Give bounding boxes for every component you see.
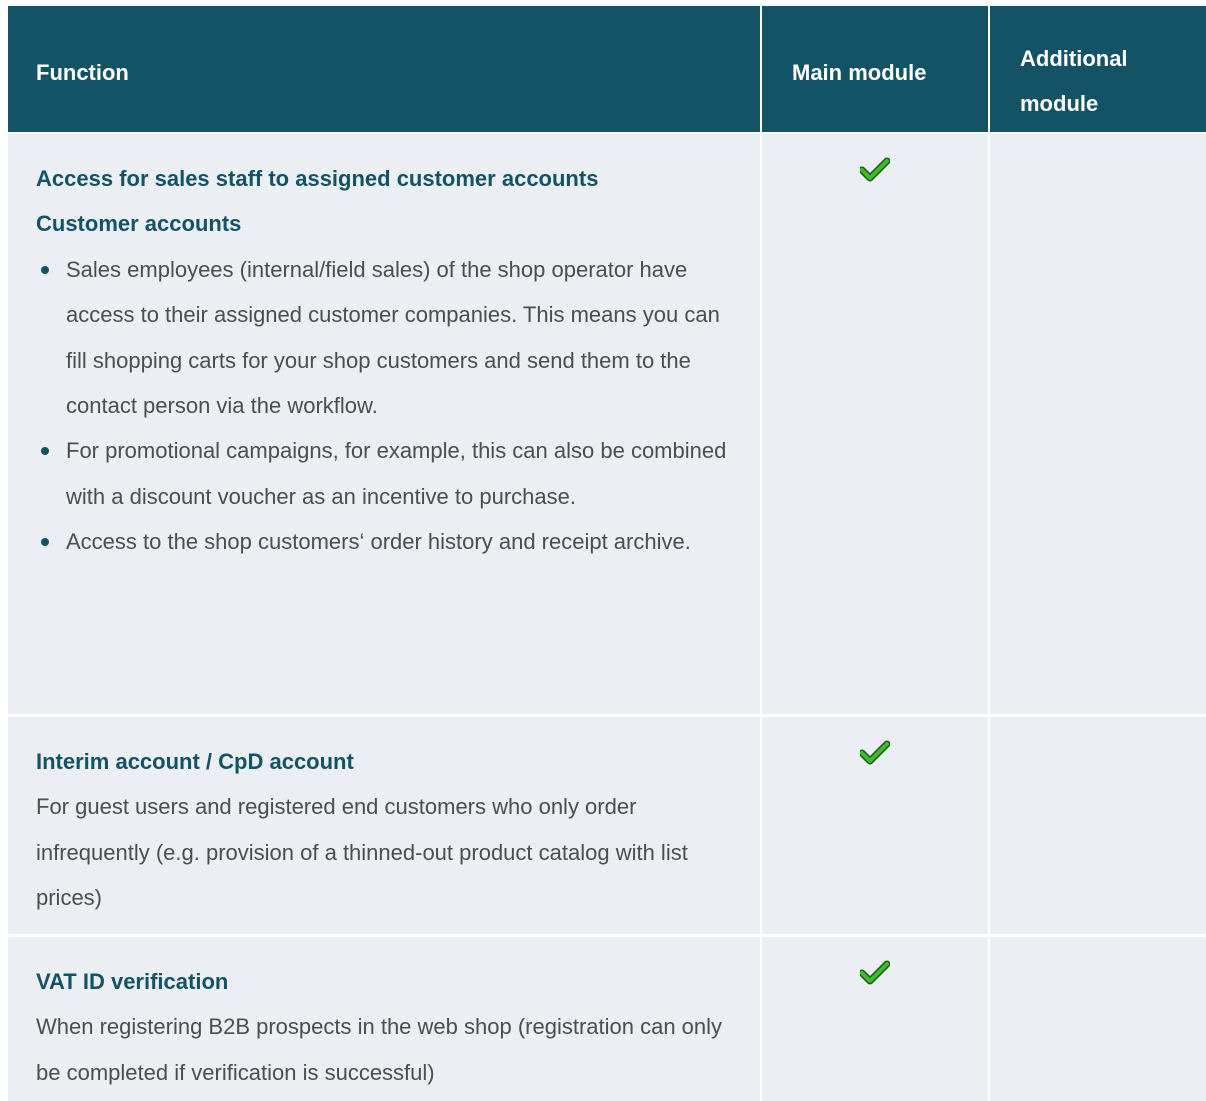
- header-additional-line-1: Additional: [1020, 46, 1128, 71]
- additional-module-cell: [990, 937, 1206, 1101]
- additional-module-cell: [990, 134, 1206, 714]
- main-module-cell: [762, 717, 988, 934]
- feature-table: Function Main module Additional module A…: [8, 6, 1206, 1101]
- table-row: Interim account / CpD account For guest …: [8, 717, 1206, 934]
- additional-module-cell: [990, 717, 1206, 934]
- check-icon: [860, 157, 890, 182]
- table-header: Function Main module Additional module: [8, 6, 1206, 132]
- header-additional-module: Additional module: [990, 6, 1206, 132]
- function-cell: Interim account / CpD account For guest …: [8, 717, 760, 934]
- row-subheading: Customer accounts: [36, 211, 242, 237]
- table-row: VAT ID verification When registering B2B…: [8, 937, 1206, 1101]
- main-module-cell: [762, 937, 988, 1101]
- list-item: For promotional campaigns, for example, …: [36, 428, 740, 519]
- header-main-module-label: Main module: [792, 60, 927, 85]
- row-description: For guest users and registered end custo…: [36, 794, 688, 911]
- check-icon: [860, 960, 890, 985]
- row-heading: VAT ID verification: [36, 969, 229, 994]
- function-cell: Access for sales staff to assigned custo…: [8, 134, 760, 714]
- row-description: When registering B2B prospects in the we…: [36, 1014, 723, 1085]
- table-row: Access for sales staff to assigned custo…: [8, 134, 1206, 714]
- list-item: Sales employees (internal/field sales) o…: [36, 247, 740, 429]
- header-function-label: Function: [36, 60, 129, 85]
- bullet-list: Sales employees (internal/field sales) o…: [36, 247, 740, 565]
- header-additional-line-2: module: [1020, 91, 1099, 116]
- row-heading: Interim account / CpD account: [36, 749, 354, 774]
- function-cell: VAT ID verification When registering B2B…: [8, 937, 760, 1101]
- header-main-module: Main module: [762, 6, 988, 132]
- row-heading: Access for sales staff to assigned custo…: [36, 166, 599, 191]
- check-icon: [860, 740, 890, 765]
- header-function: Function: [8, 6, 760, 132]
- main-module-cell: [762, 134, 988, 714]
- list-item: Access to the shop customers‘ order hist…: [36, 519, 740, 564]
- header-additional-module-label: Additional module: [1020, 36, 1128, 126]
